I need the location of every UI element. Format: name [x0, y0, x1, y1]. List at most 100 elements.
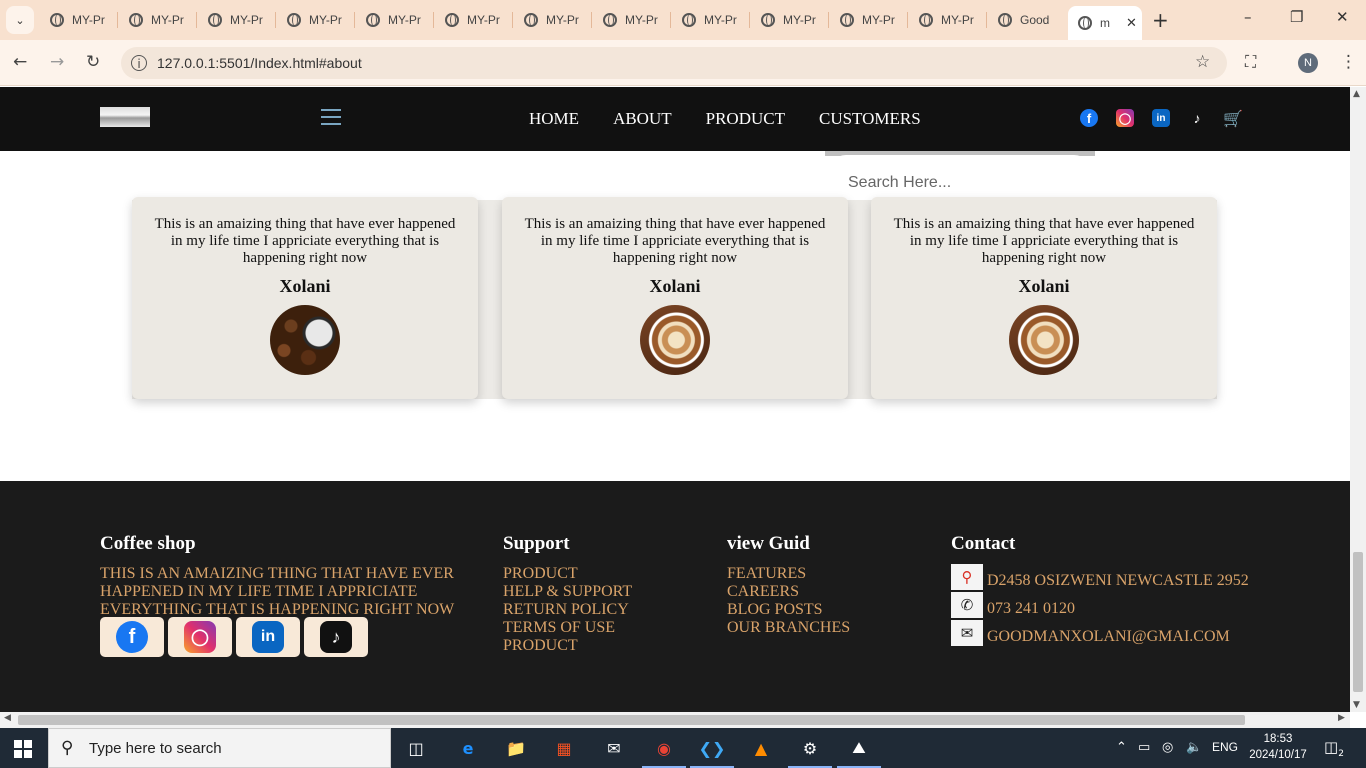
- browser-tab[interactable]: MY-Pr: [514, 6, 592, 34]
- browser-tab[interactable]: MY-Pr: [277, 6, 355, 34]
- site-logo[interactable]: [100, 107, 150, 127]
- footer-link[interactable]: PRODUCT: [503, 637, 632, 655]
- footer-instagram-button[interactable]: ◯: [168, 617, 232, 657]
- browser-tab-strip: ⌄ MY-Pr MY-Pr MY-Pr MY-Pr MY-Pr MY-Pr MY…: [0, 0, 1366, 40]
- bookmark-star-icon[interactable]: ☆: [1195, 52, 1210, 72]
- url-text[interactable]: 127.0.0.1:5501/Index.html#about: [157, 55, 362, 71]
- back-icon[interactable]: ←: [13, 52, 27, 72]
- footer-guide-title: view Guid: [727, 533, 810, 554]
- minimize-icon[interactable]: –: [1244, 8, 1252, 26]
- globe-icon: [998, 13, 1012, 27]
- battery-icon[interactable]: ▭: [1138, 740, 1150, 755]
- browser-menu-icon[interactable]: ⋮: [1340, 52, 1357, 72]
- reload-icon[interactable]: ↻: [86, 52, 100, 72]
- horizontal-scrollbar[interactable]: ◀ ▶: [0, 712, 1350, 728]
- start-button[interactable]: [14, 740, 32, 758]
- browser-tab[interactable]: MY-Pr: [751, 6, 829, 34]
- restore-icon[interactable]: ❐: [1290, 8, 1303, 26]
- clock-date: 2024/10/17: [1249, 749, 1307, 761]
- footer-link[interactable]: HELP & SUPPORT: [503, 583, 632, 601]
- nav-about[interactable]: ABOUT: [613, 109, 672, 129]
- tab-title: MY-Pr: [151, 13, 184, 27]
- contact-email: ✉ GOODMANXOLANI@GMAI.COM: [951, 619, 1230, 646]
- nav-home[interactable]: HOME: [529, 109, 579, 129]
- tab-search-chevron-icon[interactable]: ⌄: [6, 6, 34, 34]
- linkedin-icon[interactable]: in: [1152, 109, 1170, 127]
- language-indicator[interactable]: ENG: [1212, 740, 1238, 754]
- store-icon[interactable]: ▦: [552, 736, 576, 760]
- linkedin-icon: in: [252, 621, 284, 653]
- vertical-scrollbar[interactable]: ▲ ▼: [1350, 87, 1366, 712]
- clock-time: 18:53: [1263, 733, 1293, 745]
- browser-tab[interactable]: MY-Pr: [593, 6, 671, 34]
- vscode-icon[interactable]: ❮❯: [690, 736, 734, 768]
- settings-icon[interactable]: ⚙: [788, 736, 832, 768]
- footer-link[interactable]: OUR BRANCHES: [727, 619, 850, 637]
- footer-link[interactable]: BLOG POSTS: [727, 601, 850, 619]
- vertical-scroll-thumb[interactable]: [1353, 552, 1363, 692]
- profile-avatar[interactable]: N: [1298, 53, 1318, 73]
- tab-title: MY-Pr: [941, 13, 974, 27]
- cart-icon[interactable]: 🛒: [1223, 109, 1243, 128]
- tiktok-icon: ♪: [320, 621, 352, 653]
- nav-product[interactable]: PRODUCT: [706, 109, 785, 129]
- browser-tab[interactable]: MY-Pr: [119, 6, 197, 34]
- footer-about-text: THIS IS AN AMAIZING THING THAT HAVE EVER…: [100, 565, 455, 618]
- globe-icon: [366, 13, 380, 27]
- contact-address: ⚲ D2458 OSIZWENI NEWCASTLE 2952: [951, 563, 1249, 590]
- taskbar-clock[interactable]: 18:53 2024/10/17: [1248, 731, 1308, 763]
- browser-tab[interactable]: MY-Pr: [198, 6, 276, 34]
- browser-tab[interactable]: MY-Pr: [40, 6, 118, 34]
- nav-customers[interactable]: CUSTOMERS: [819, 109, 921, 129]
- site-footer: Coffee shop THIS IS AN AMAIZING THING TH…: [0, 481, 1350, 712]
- browser-tab[interactable]: Good: [988, 6, 1066, 34]
- forward-icon[interactable]: →: [50, 52, 64, 72]
- instagram-icon[interactable]: ◯: [1116, 109, 1134, 127]
- contact-email-text[interactable]: GOODMANXOLANI@GMAI.COM: [987, 628, 1230, 646]
- mail-icon[interactable]: ✉: [602, 736, 626, 760]
- testimonial-text: This is an amaizing thing that have ever…: [524, 216, 826, 266]
- facebook-icon[interactable]: f: [1080, 109, 1098, 127]
- globe-icon: [603, 13, 617, 27]
- site-info-icon[interactable]: i: [131, 55, 147, 71]
- browser-tab[interactable]: MY-Pr: [435, 6, 513, 34]
- edge-icon[interactable]: e: [456, 736, 480, 760]
- footer-link[interactable]: CAREERS: [727, 583, 850, 601]
- footer-linkedin-button[interactable]: in: [236, 617, 300, 657]
- footer-link[interactable]: PRODUCT: [503, 565, 632, 583]
- chrome-icon[interactable]: ◉: [642, 736, 686, 768]
- footer-link[interactable]: RETURN POLICY: [503, 601, 632, 619]
- close-window-icon[interactable]: ✕: [1336, 8, 1349, 26]
- browser-tab[interactable]: MY-Pr: [356, 6, 434, 34]
- footer-tiktok-button[interactable]: ♪: [304, 617, 368, 657]
- tiktok-icon[interactable]: ♪: [1188, 109, 1206, 127]
- photos-icon[interactable]: ⛰: [837, 736, 881, 768]
- notification-icon[interactable]: ◫2: [1324, 738, 1344, 759]
- globe-icon: [50, 13, 64, 27]
- volume-icon[interactable]: 🔈: [1186, 740, 1202, 755]
- footer-link[interactable]: FEATURES: [727, 565, 850, 583]
- vlc-icon[interactable]: ▲: [749, 736, 773, 760]
- browser-tab[interactable]: MY-Pr: [830, 6, 908, 34]
- footer-link[interactable]: TERMS OF USE: [503, 619, 632, 637]
- task-view-icon[interactable]: ◫: [404, 736, 428, 760]
- tab-title: MY-Pr: [783, 13, 816, 27]
- footer-facebook-button[interactable]: f: [100, 617, 164, 657]
- testimonial-name: Xolani: [1018, 276, 1070, 296]
- browser-tab[interactable]: MY-Pr: [909, 6, 987, 34]
- site-header: HOME ABOUT PRODUCT CUSTOMERS f ◯ in ♪ 🛒: [0, 87, 1350, 151]
- footer-support-title: Support: [503, 533, 570, 554]
- new-tab-icon[interactable]: +: [1152, 8, 1169, 32]
- horizontal-scroll-thumb[interactable]: [18, 715, 1245, 725]
- network-icon[interactable]: ◎: [1162, 740, 1173, 755]
- tab-title: m: [1100, 16, 1110, 30]
- file-explorer-icon[interactable]: 📁: [504, 736, 528, 760]
- close-tab-icon[interactable]: ✕: [1126, 16, 1137, 31]
- hamburger-menu-icon[interactable]: [321, 109, 341, 125]
- taskbar-search[interactable]: ⚲ Type here to search: [48, 728, 391, 768]
- browser-tab-active[interactable]: m ✕: [1068, 6, 1142, 40]
- tab-title: MY-Pr: [862, 13, 895, 27]
- extensions-icon[interactable]: ⛶: [1245, 52, 1256, 72]
- browser-tab[interactable]: MY-Pr: [672, 6, 750, 34]
- show-hidden-icons-icon[interactable]: ⌃: [1116, 740, 1127, 755]
